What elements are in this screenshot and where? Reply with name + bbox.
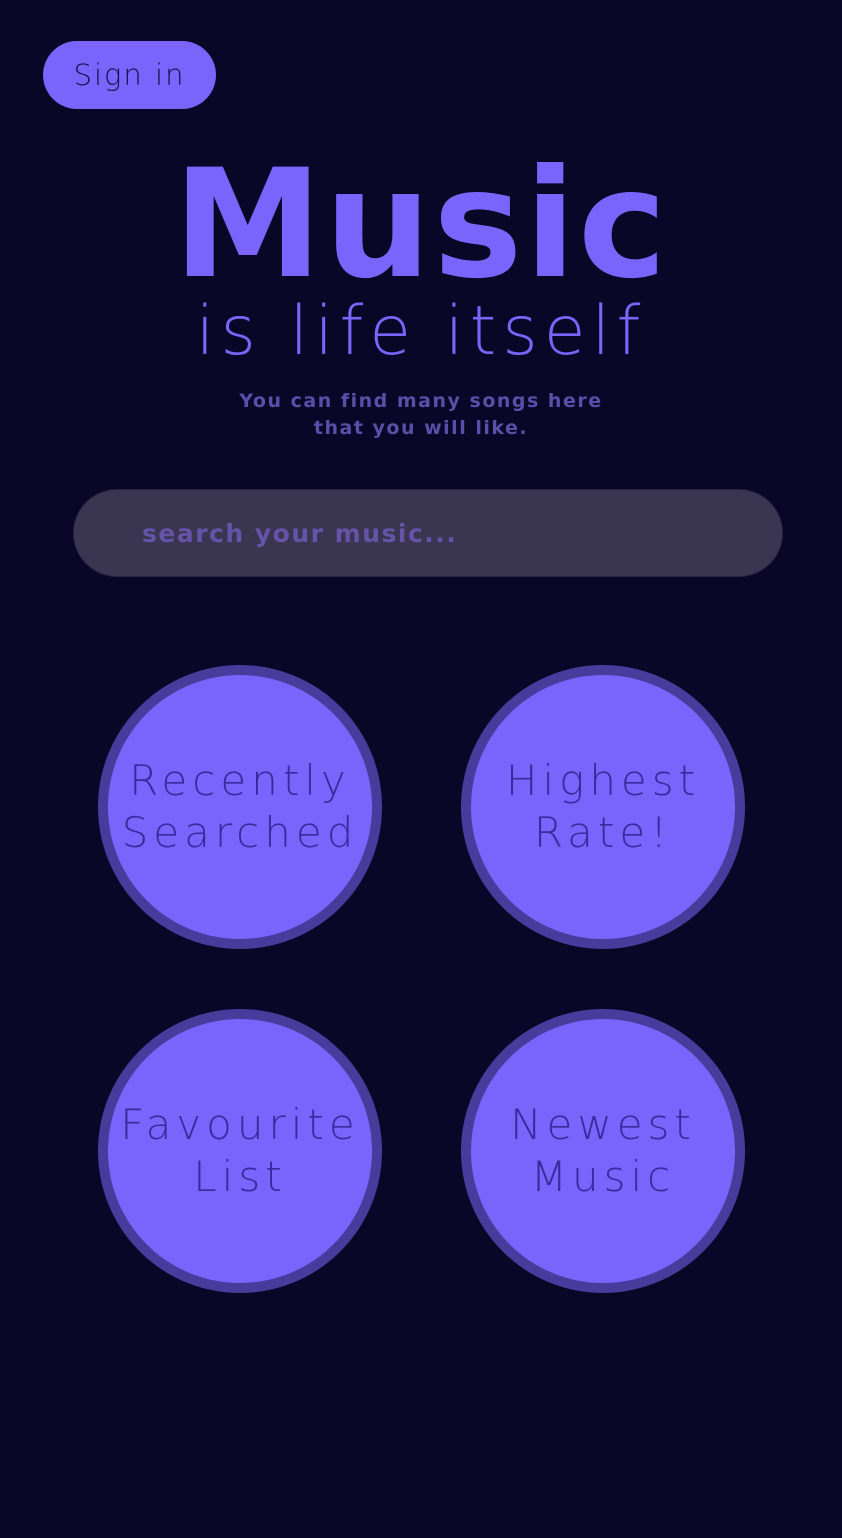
search-input[interactable] xyxy=(73,489,783,577)
favourite-list-label: Favourite List xyxy=(120,1100,360,1201)
highest-rate-button[interactable]: Highest Rate! xyxy=(461,665,745,949)
sign-in-button[interactable]: Sign in xyxy=(43,41,216,109)
newest-music-button[interactable]: Newest Music xyxy=(461,1009,745,1293)
favourite-list-button[interactable]: Favourite List xyxy=(98,1009,382,1293)
newest-music-label: Newest Music xyxy=(510,1100,696,1201)
tagline: You can find many songs here that you wi… xyxy=(0,388,842,442)
highest-rate-label: Highest Rate! xyxy=(505,756,701,857)
tagline-line-2: that you will like. xyxy=(313,417,529,439)
hero-title: Music xyxy=(173,138,669,312)
hero-subtitle: is life itself xyxy=(195,292,647,371)
recently-searched-button[interactable]: Recently Searched xyxy=(98,665,382,949)
tagline-line-1: You can find many songs here xyxy=(239,390,603,412)
recently-searched-label: Recently Searched xyxy=(121,756,359,857)
